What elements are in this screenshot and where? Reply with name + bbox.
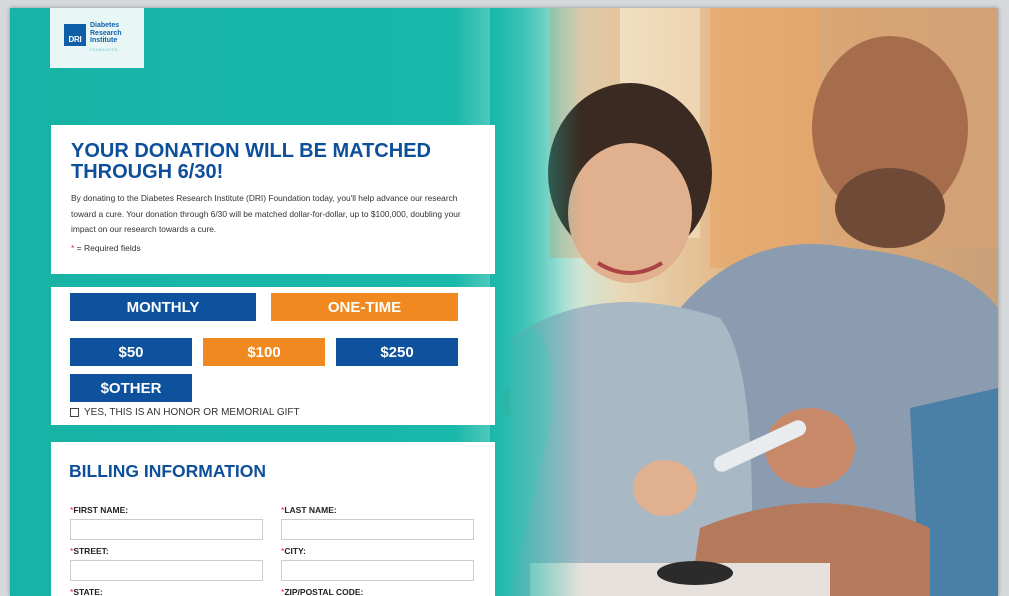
intro-text: By donating to the Diabetes Research Ins… bbox=[71, 193, 461, 234]
first-name-input[interactable] bbox=[70, 519, 263, 540]
logo-tagline: FOUNDATION bbox=[90, 48, 118, 52]
hero-photo bbox=[490, 8, 998, 596]
city-field: *CITY: bbox=[281, 546, 474, 581]
street-field: *STREET: bbox=[70, 546, 263, 581]
donation-page: DRI Diabetes Research Institute FOUNDATI… bbox=[10, 8, 998, 596]
honor-gift-label: YES, THIS IS AN HONOR OR MEMORIAL GIFT bbox=[84, 407, 300, 418]
city-input[interactable] bbox=[281, 560, 474, 581]
logo-mark: DRI bbox=[64, 24, 86, 46]
amount-other-button[interactable]: $OTHER bbox=[70, 374, 192, 402]
page-title: YOUR DONATION WILL BE MATCHED THROUGH 6/… bbox=[71, 140, 431, 183]
required-fields-note: * = Required fields bbox=[71, 243, 475, 253]
first-name-field: *FIRST NAME: bbox=[70, 505, 263, 540]
logo-name: Diabetes Research Institute bbox=[90, 22, 122, 44]
billing-card: BILLING INFORMATION *FIRST NAME: *LAST N… bbox=[51, 442, 495, 596]
street-label: *STREET: bbox=[70, 546, 109, 556]
state-label: *STATE: bbox=[70, 587, 103, 596]
amount-50-button[interactable]: $50 bbox=[70, 338, 192, 366]
gift-selection-card: MONTHLY ONE-TIME $50 $100 $250 $OTHER YE… bbox=[51, 287, 495, 425]
last-name-field: *LAST NAME: bbox=[281, 505, 474, 540]
city-label: *CITY: bbox=[281, 546, 306, 556]
zip-label: *ZIP/POSTAL CODE: bbox=[281, 587, 364, 596]
last-name-input[interactable] bbox=[281, 519, 474, 540]
last-name-label: *LAST NAME: bbox=[281, 505, 337, 515]
first-name-label: *FIRST NAME: bbox=[70, 505, 129, 515]
zip-field: *ZIP/POSTAL CODE: bbox=[281, 587, 474, 596]
required-text: = Required fields bbox=[74, 242, 141, 253]
monthly-button[interactable]: MONTHLY bbox=[70, 293, 256, 321]
honor-gift-option[interactable]: YES, THIS IS AN HONOR OR MEMORIAL GIFT bbox=[70, 407, 300, 418]
street-input[interactable] bbox=[70, 560, 263, 581]
amount-100-button[interactable]: $100 bbox=[203, 338, 325, 366]
honor-gift-checkbox[interactable] bbox=[70, 408, 79, 417]
dri-logo[interactable]: DRI Diabetes Research Institute FOUNDATI… bbox=[50, 8, 144, 68]
amount-250-button[interactable]: $250 bbox=[336, 338, 458, 366]
intro-card: YOUR DONATION WILL BE MATCHED THROUGH 6/… bbox=[51, 125, 495, 274]
state-field: *STATE: bbox=[70, 587, 263, 596]
one-time-button[interactable]: ONE-TIME bbox=[271, 293, 458, 321]
billing-title: BILLING INFORMATION bbox=[69, 461, 267, 481]
